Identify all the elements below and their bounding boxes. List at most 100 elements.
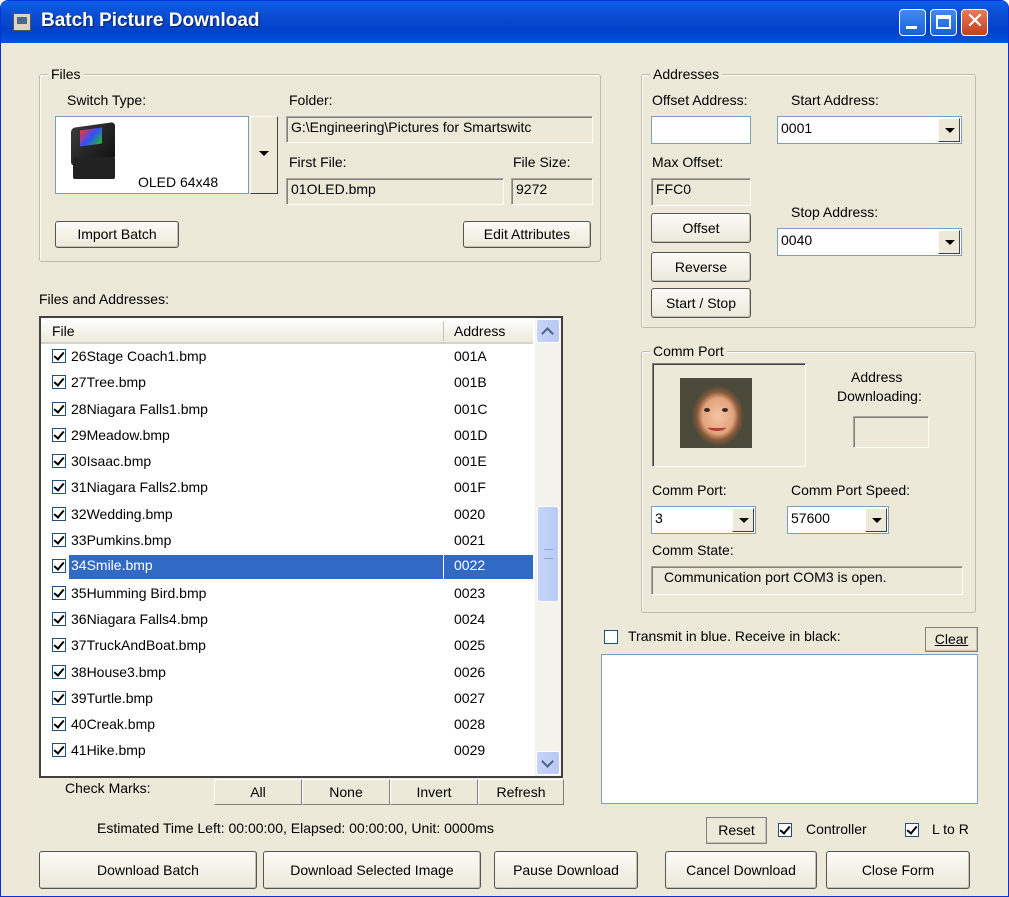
- check-marks-label: Check Marks:: [65, 780, 151, 796]
- row-checkbox[interactable]: [52, 506, 66, 521]
- table-row[interactable]: 41Hike.bmp 0029: [41, 738, 533, 764]
- scroll-up-arrow-icon[interactable]: [536, 319, 560, 343]
- comm-state-field: Communication port COM3 is open.: [651, 566, 963, 595]
- row-checkbox[interactable]: [52, 375, 66, 390]
- close-form-button[interactable]: Close Form: [826, 851, 970, 889]
- row-checkbox[interactable]: [52, 717, 66, 732]
- table-row[interactable]: 36Niagara Falls4.bmp 0024: [41, 607, 533, 633]
- import-batch-button[interactable]: Import Batch: [55, 221, 179, 248]
- start-address-combo[interactable]: 0001: [777, 116, 962, 144]
- offset-address-label: Offset Address:: [652, 92, 748, 108]
- check-refresh-button[interactable]: Refresh: [478, 779, 564, 805]
- scroll-thumb[interactable]: [537, 506, 559, 602]
- table-row[interactable]: 31Niagara Falls2.bmp 001F: [41, 475, 533, 501]
- column-header-file[interactable]: File: [52, 323, 75, 339]
- title-bar[interactable]: Batch Picture Download ✕: [1, 1, 1008, 43]
- controller-checkbox[interactable]: [778, 823, 792, 837]
- controller-label: Controller: [806, 821, 867, 837]
- scroll-down-arrow-icon[interactable]: [536, 751, 560, 775]
- row-checkbox[interactable]: [52, 743, 66, 758]
- row-file-name: 28Niagara Falls1.bmp: [71, 400, 208, 417]
- row-checkbox[interactable]: [52, 638, 66, 653]
- column-header-address[interactable]: Address: [454, 323, 505, 339]
- row-checkbox[interactable]: [52, 480, 66, 495]
- table-row[interactable]: 26Stage Coach1.bmp 001A: [41, 344, 533, 370]
- minimize-button[interactable]: [899, 9, 926, 36]
- table-row[interactable]: 37TruckAndBoat.bmp 0025: [41, 633, 533, 659]
- chevron-down-icon[interactable]: [938, 118, 960, 142]
- chevron-down-icon[interactable]: [732, 508, 754, 532]
- table-row[interactable]: 39Turtle.bmp 0027: [41, 686, 533, 712]
- cancel-download-button[interactable]: Cancel Download: [665, 851, 817, 889]
- files-addresses-label: Files and Addresses:: [39, 291, 169, 307]
- row-checkbox[interactable]: [52, 559, 66, 574]
- files-addresses-list[interactable]: File Address 26Stage Coach1.bmp 001A 27Tre…: [39, 316, 563, 778]
- row-checkbox[interactable]: [52, 690, 66, 705]
- terminal-textarea[interactable]: [601, 654, 978, 804]
- table-row[interactable]: 40Creak.bmp 0028: [41, 712, 533, 738]
- comm-state-label: Comm State:: [652, 542, 734, 558]
- offset-address-input[interactable]: [651, 116, 751, 144]
- switch-type-dropdown-button[interactable]: [250, 116, 278, 194]
- row-checkbox[interactable]: [52, 611, 66, 626]
- offset-button[interactable]: Offset: [651, 213, 751, 243]
- row-checkbox[interactable]: [52, 664, 66, 679]
- table-row[interactable]: 29Meadow.bmp 001D: [41, 423, 533, 449]
- reset-button[interactable]: Reset: [706, 817, 767, 844]
- download-selected-image-button[interactable]: Download Selected Image: [263, 851, 481, 889]
- pause-download-button[interactable]: Pause Download: [494, 851, 638, 889]
- comm-speed-combo[interactable]: 57600: [787, 506, 889, 534]
- row-address: 0025: [454, 637, 486, 654]
- comm-port-group-legend: Comm Port: [650, 343, 727, 359]
- stop-address-value: 0040: [781, 232, 813, 248]
- comm-speed-value: 57600: [791, 510, 830, 526]
- batch-download-window: Batch Picture Download ✕ Files Switch Ty…: [0, 0, 1009, 897]
- start-stop-button[interactable]: Start / Stop: [651, 288, 751, 318]
- row-checkbox[interactable]: [52, 349, 66, 363]
- edit-attributes-button[interactable]: Edit Attributes: [463, 221, 591, 248]
- row-checkbox[interactable]: [52, 401, 66, 416]
- table-row[interactable]: 28Niagara Falls1.bmp 001C: [41, 397, 533, 423]
- reverse-button[interactable]: Reverse: [651, 252, 751, 282]
- row-file-name: 30Isaac.bmp: [71, 453, 152, 470]
- baby-photo: [680, 378, 752, 448]
- row-file-name: 33Pumkins.bmp: [71, 532, 172, 549]
- table-row[interactable]: 34Smile.bmp 0022: [41, 554, 533, 580]
- row-checkbox[interactable]: [52, 585, 66, 600]
- switch-type-display[interactable]: OLED 64x48: [55, 116, 249, 194]
- l-to-r-checkbox[interactable]: [905, 823, 919, 837]
- clear-button[interactable]: Clear: [925, 627, 978, 652]
- row-checkbox[interactable]: [52, 533, 66, 548]
- check-invert-button[interactable]: Invert: [390, 779, 478, 805]
- row-checkbox[interactable]: [52, 427, 66, 442]
- comm-speed-label: Comm Port Speed:: [791, 482, 911, 498]
- row-address: 001F: [454, 479, 486, 496]
- maximize-button[interactable]: [930, 9, 957, 36]
- check-all-button[interactable]: All: [214, 779, 302, 805]
- first-file-label: First File:: [289, 154, 347, 170]
- row-file-name: 36Niagara Falls4.bmp: [71, 610, 208, 627]
- row-address: 0023: [454, 584, 486, 601]
- row-file-name: 35Humming Bird.bmp: [71, 584, 207, 601]
- table-row[interactable]: 33Pumkins.bmp 0021: [41, 528, 533, 554]
- close-window-button[interactable]: ✕: [961, 9, 988, 36]
- list-scrollbar[interactable]: [535, 318, 561, 776]
- transmit-label: Transmit in blue. Receive in black:: [628, 628, 841, 644]
- chevron-down-icon[interactable]: [938, 230, 960, 254]
- row-checkbox[interactable]: [52, 454, 66, 469]
- switch-type-selector[interactable]: OLED 64x48: [55, 116, 278, 195]
- table-row[interactable]: 35Humming Bird.bmp 0023: [41, 581, 533, 607]
- transmit-checkbox[interactable]: [604, 630, 618, 644]
- table-row[interactable]: 27Tree.bmp 001B: [41, 370, 533, 396]
- comm-port-combo[interactable]: 3: [651, 506, 756, 534]
- row-address: 001C: [454, 400, 488, 417]
- table-row[interactable]: 30Isaac.bmp 001E: [41, 449, 533, 475]
- row-file-name: 40Creak.bmp: [71, 716, 156, 733]
- row-address: 0026: [454, 663, 486, 680]
- table-row[interactable]: 32Wedding.bmp 0020: [41, 502, 533, 528]
- table-row[interactable]: 38House3.bmp 0026: [41, 660, 533, 686]
- download-batch-button[interactable]: Download Batch: [39, 851, 257, 889]
- chevron-down-icon[interactable]: [865, 508, 887, 532]
- check-none-button[interactable]: None: [302, 779, 390, 805]
- stop-address-combo[interactable]: 0040: [777, 228, 962, 256]
